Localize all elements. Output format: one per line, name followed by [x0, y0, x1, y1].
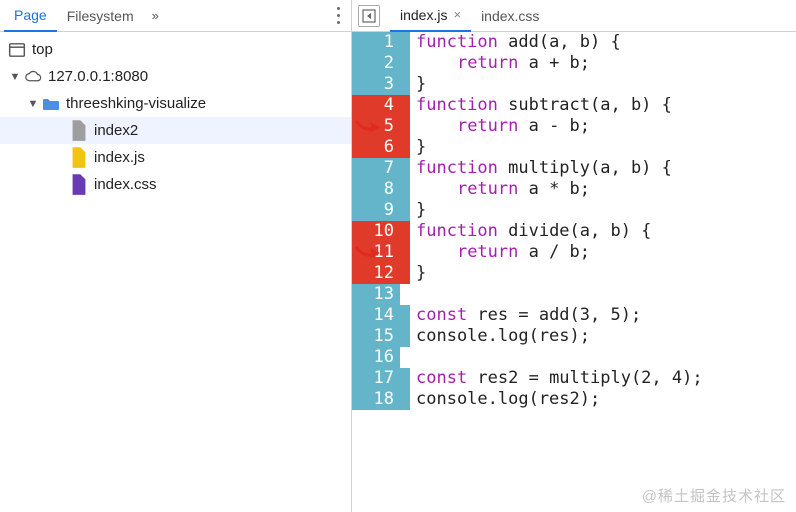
tab-label: index.js [400, 7, 447, 23]
kebab-menu-icon[interactable] [335, 6, 341, 26]
code-line[interactable]: return a * b; [416, 179, 796, 200]
tree-item-host[interactable]: ▼ 127.0.0.1:8080 [0, 63, 351, 90]
editor-pane: index.js × index.css 1234567891011121314… [352, 0, 796, 512]
tree-item-file[interactable]: index.js [0, 144, 351, 171]
coverage-marker [400, 74, 410, 95]
cloud-icon [24, 68, 42, 86]
coverage-marker [400, 326, 410, 347]
coverage-marker [400, 284, 410, 305]
coverage-marker [400, 137, 410, 158]
annotation-arrow-icon [354, 118, 380, 136]
coverage-marker [400, 389, 410, 410]
twisty-open-icon: ▼ [26, 98, 40, 110]
code-editor[interactable]: 123456789101112131415161718 function add… [352, 32, 796, 512]
twisty-open-icon: ▼ [8, 71, 22, 83]
coverage-marker-column [400, 32, 410, 512]
file-icon [70, 122, 88, 140]
editor-tab-active[interactable]: index.js × [390, 0, 471, 32]
code-line[interactable]: function add(a, b) { [416, 32, 796, 53]
code-line[interactable]: return a + b; [416, 53, 796, 74]
code-line[interactable]: } [416, 74, 796, 95]
tree-label: index.css [94, 176, 157, 193]
code-content[interactable]: function add(a, b) { return a + b;}funct… [410, 32, 796, 512]
file-tree: top ▼ 127.0.0.1:8080 ▼ threeshking-visua… [0, 32, 351, 198]
tab-page[interactable]: Page [4, 0, 57, 32]
coverage-marker [400, 95, 410, 116]
code-line[interactable]: console.log(res); [416, 326, 796, 347]
code-line[interactable]: const res = add(3, 5); [416, 305, 796, 326]
line-number[interactable]: 10 [352, 221, 400, 242]
code-line[interactable]: console.log(res2); [416, 389, 796, 410]
line-number[interactable]: 16 [352, 347, 400, 368]
tree-label: index.js [94, 149, 145, 166]
line-number[interactable]: 18 [352, 389, 400, 410]
line-number[interactable]: 2 [352, 53, 400, 74]
coverage-marker [400, 200, 410, 221]
coverage-marker [400, 32, 410, 53]
line-number[interactable]: 7 [352, 158, 400, 179]
toggle-navigator-icon[interactable] [358, 5, 380, 27]
code-line[interactable]: return a / b; [416, 242, 796, 263]
editor-tab-inactive[interactable]: index.css [471, 0, 549, 32]
coverage-marker [400, 347, 410, 368]
annotation-arrow-icon [354, 244, 380, 262]
tree-item-top-frame[interactable]: top [0, 36, 351, 63]
tree-item-folder[interactable]: ▼ threeshking-visualize [0, 90, 351, 117]
line-number[interactable]: 15 [352, 326, 400, 347]
tree-label: index2 [94, 122, 138, 139]
code-line[interactable] [416, 347, 796, 368]
line-number[interactable]: 3 [352, 74, 400, 95]
coverage-marker [400, 242, 410, 263]
line-number[interactable]: 9 [352, 200, 400, 221]
code-line[interactable]: } [416, 200, 796, 221]
line-number[interactable]: 8 [352, 179, 400, 200]
close-icon[interactable]: × [453, 7, 461, 22]
coverage-marker [400, 179, 410, 200]
code-line[interactable]: function subtract(a, b) { [416, 95, 796, 116]
tree-item-file[interactable]: index2 [0, 117, 351, 144]
watermark: @稀土掘金技术社区 [642, 485, 786, 506]
code-line[interactable]: } [416, 263, 796, 284]
coverage-marker [400, 53, 410, 74]
tab-label: index.css [481, 8, 539, 24]
code-line[interactable]: const res2 = multiply(2, 4); [416, 368, 796, 389]
code-line[interactable]: function multiply(a, b) { [416, 158, 796, 179]
tab-overflow[interactable]: » [144, 8, 167, 23]
line-number[interactable]: 17 [352, 368, 400, 389]
tree-label: 127.0.0.1:8080 [48, 68, 148, 85]
frame-icon [8, 41, 26, 59]
code-line[interactable]: } [416, 137, 796, 158]
line-number[interactable]: 6 [352, 137, 400, 158]
line-number[interactable]: 1 [352, 32, 400, 53]
line-number[interactable]: 14 [352, 305, 400, 326]
tree-item-file[interactable]: index.css [0, 171, 351, 198]
folder-icon [42, 95, 60, 113]
js-file-icon [70, 149, 88, 167]
tree-label: threeshking-visualize [66, 95, 206, 112]
tab-filesystem[interactable]: Filesystem [57, 0, 144, 32]
css-file-icon [70, 176, 88, 194]
line-number-gutter: 123456789101112131415161718 [352, 32, 400, 512]
navigator-tab-bar: Page Filesystem » [0, 0, 351, 32]
code-line[interactable] [416, 284, 796, 305]
code-line[interactable]: function divide(a, b) { [416, 221, 796, 242]
navigator-pane: Page Filesystem » top ▼ 127.0.0.1:8080 [0, 0, 352, 512]
line-number[interactable]: 4 [352, 95, 400, 116]
code-line[interactable]: return a - b; [416, 116, 796, 137]
editor-tab-bar: index.js × index.css [352, 0, 796, 32]
coverage-marker [400, 221, 410, 242]
coverage-marker [400, 263, 410, 284]
coverage-marker [400, 368, 410, 389]
coverage-marker [400, 158, 410, 179]
tree-label: top [32, 41, 53, 58]
coverage-marker [400, 305, 410, 326]
line-number[interactable]: 13 [352, 284, 400, 305]
line-number[interactable]: 12 [352, 263, 400, 284]
coverage-marker [400, 116, 410, 137]
